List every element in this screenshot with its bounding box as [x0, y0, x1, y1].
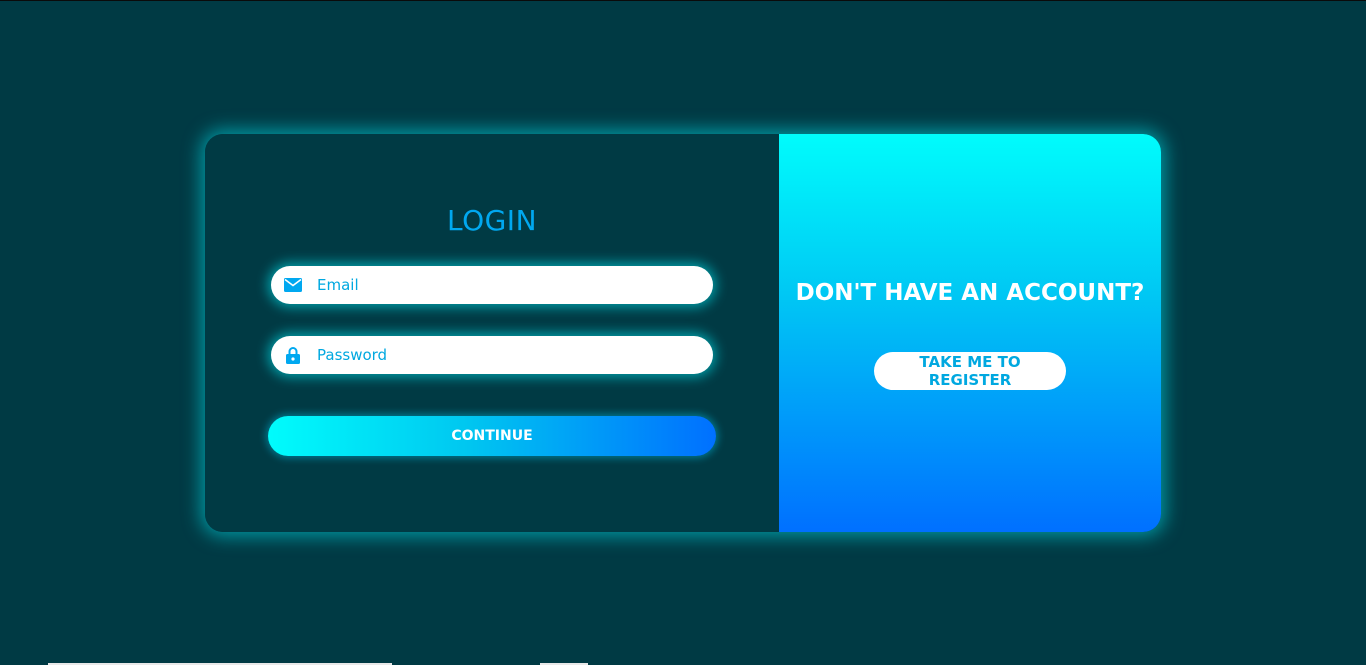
password-field[interactable]: [271, 336, 713, 374]
register-panel: DON'T HAVE AN ACCOUNT? TAKE ME TO REGIST…: [779, 134, 1161, 532]
no-account-heading: DON'T HAVE AN ACCOUNT?: [795, 280, 1145, 306]
email-field[interactable]: [271, 266, 713, 304]
continue-button[interactable]: CONTINUE: [268, 416, 716, 456]
email-input[interactable]: [315, 275, 689, 295]
login-title: LOGIN: [446, 204, 538, 237]
mail-icon: [283, 275, 303, 295]
register-button[interactable]: TAKE ME TO REGISTER: [874, 352, 1066, 390]
auth-card: LOGIN Email CONTINUE DON'T HAVE AN ACCOU…: [205, 134, 1161, 532]
lock-icon: [283, 345, 303, 365]
password-input[interactable]: [315, 345, 689, 365]
page-background: LOGIN Email CONTINUE DON'T HAVE AN ACCOU…: [0, 0, 1366, 665]
login-panel: LOGIN Email CONTINUE: [205, 134, 779, 532]
